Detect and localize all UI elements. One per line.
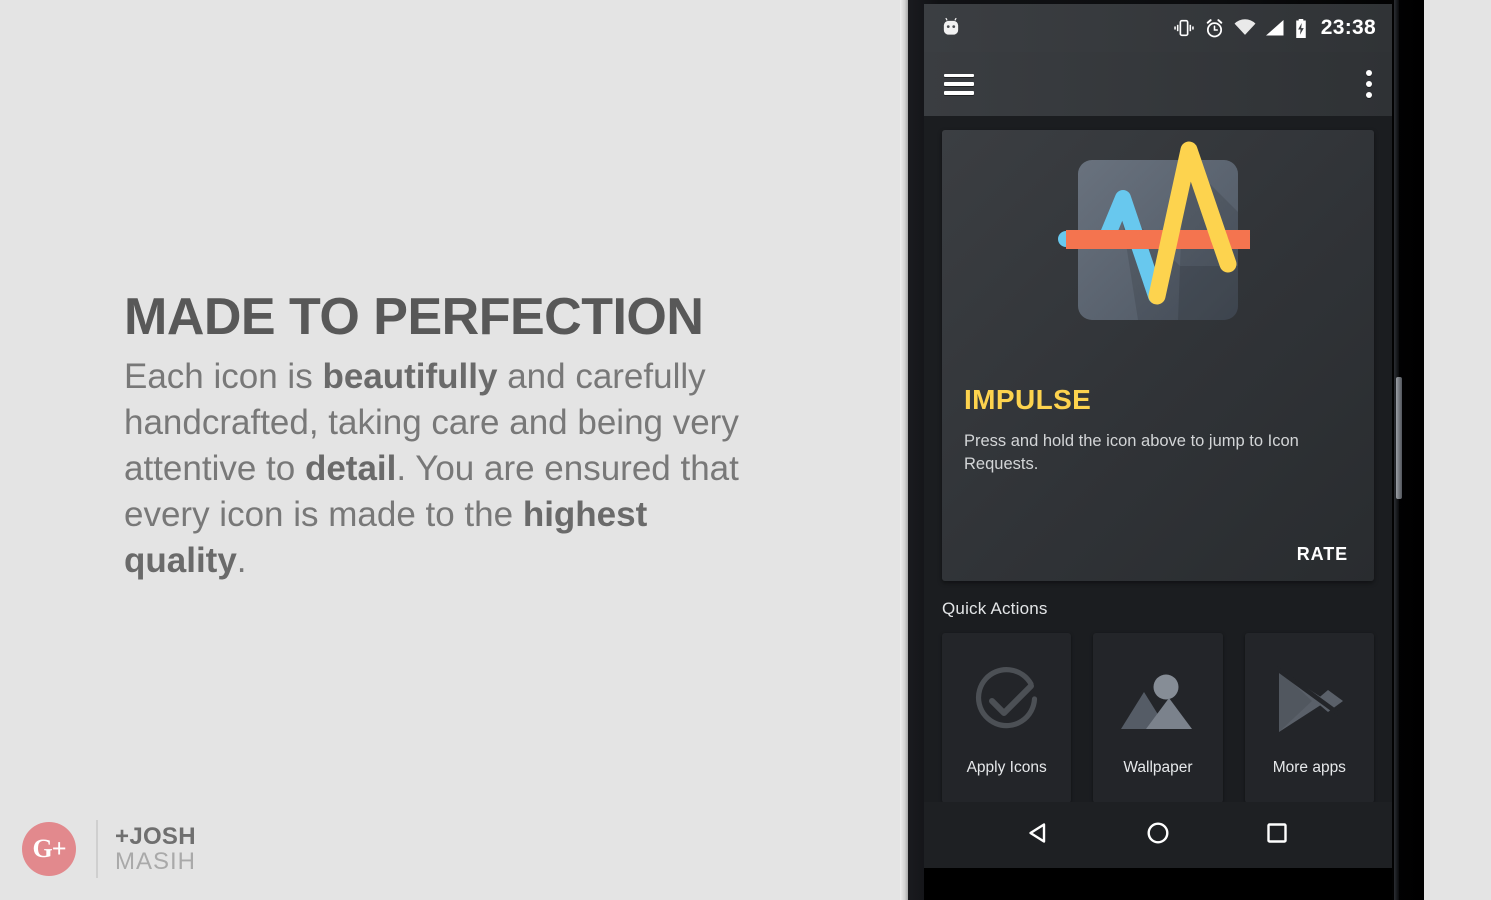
quick-actions-row: Apply Icons Wallpaper More apps xyxy=(942,633,1374,803)
credit-text: +JOSH MASIH xyxy=(115,822,197,875)
status-bar: 23:38 xyxy=(924,4,1392,52)
back-button[interactable] xyxy=(1025,819,1053,852)
wifi-icon xyxy=(1234,19,1256,35)
promo-body-text: Each icon is beautifully and carefully h… xyxy=(124,357,739,580)
marketing-panel: MADE TO PERFECTION Each icon is beautifu… xyxy=(0,0,906,900)
battery-charging-icon xyxy=(1296,18,1306,38)
recents-button[interactable] xyxy=(1263,819,1291,852)
impulse-waveform-icon[interactable] xyxy=(1058,140,1258,340)
square-recents-icon xyxy=(1266,822,1287,843)
android-mascot-icon xyxy=(943,17,959,35)
credit-first-line: +JOSH xyxy=(115,822,196,850)
circle-home-icon xyxy=(1147,821,1169,844)
status-bar-notifications xyxy=(940,17,962,39)
google-plus-icon[interactable]: G+ xyxy=(22,822,76,876)
android-nav-bar xyxy=(924,802,1392,868)
hamburger-menu-icon[interactable] xyxy=(944,73,974,95)
vibrate-icon xyxy=(1174,19,1194,37)
credit-divider xyxy=(96,820,98,878)
quick-action-label: Apply Icons xyxy=(966,759,1047,776)
alarm-icon xyxy=(1206,18,1223,37)
status-bar-clock: 23:38 xyxy=(1320,16,1376,39)
quick-action-apply-icons[interactable]: Apply Icons xyxy=(942,633,1072,803)
check-circle-icon xyxy=(968,659,1046,743)
status-bar-icons: 23:38 xyxy=(1173,16,1376,40)
app-description: Press and hold the icon above to jump to… xyxy=(964,432,1299,473)
credit-badge: G+ +JOSH MASIH xyxy=(22,820,196,878)
phone-screen: 23:38 IMPULSE Press and hold the icon ab… xyxy=(924,4,1392,868)
home-button[interactable] xyxy=(1144,819,1172,852)
quick-action-label: Wallpaper xyxy=(1123,759,1193,776)
quick-actions-label: Quick Actions xyxy=(942,599,1048,618)
image-mountains-icon xyxy=(1119,659,1197,743)
app-name: IMPULSE xyxy=(964,384,1092,415)
credit-second-line: MASIH xyxy=(115,848,197,875)
phone-mockup: 23:38 IMPULSE Press and hold the icon ab… xyxy=(900,0,1430,900)
promo-screenshot: MADE TO PERFECTION Each icon is beautifu… xyxy=(0,0,1491,900)
cellular-signal-icon xyxy=(1265,20,1284,36)
page-title: MADE TO PERFECTION xyxy=(124,288,704,346)
quick-action-more-apps[interactable]: More apps xyxy=(1244,633,1374,803)
quick-action-label: More apps xyxy=(1272,759,1346,776)
triangle-back-icon xyxy=(1029,822,1046,843)
quick-action-wallpaper[interactable]: Wallpaper xyxy=(1093,633,1223,803)
google-play-icon xyxy=(1270,659,1348,743)
app-toolbar xyxy=(924,52,1392,116)
app-content: IMPULSE Press and hold the icon above to… xyxy=(924,116,1392,803)
phone-bottom-bezel xyxy=(924,868,1392,900)
overflow-menu-icon[interactable] xyxy=(1366,70,1372,98)
power-button[interactable] xyxy=(1396,377,1402,499)
app-hero-card[interactable]: IMPULSE Press and hold the icon above to… xyxy=(942,130,1374,581)
rate-button[interactable]: RATE xyxy=(1297,544,1348,565)
app-icon-container xyxy=(964,130,1352,378)
